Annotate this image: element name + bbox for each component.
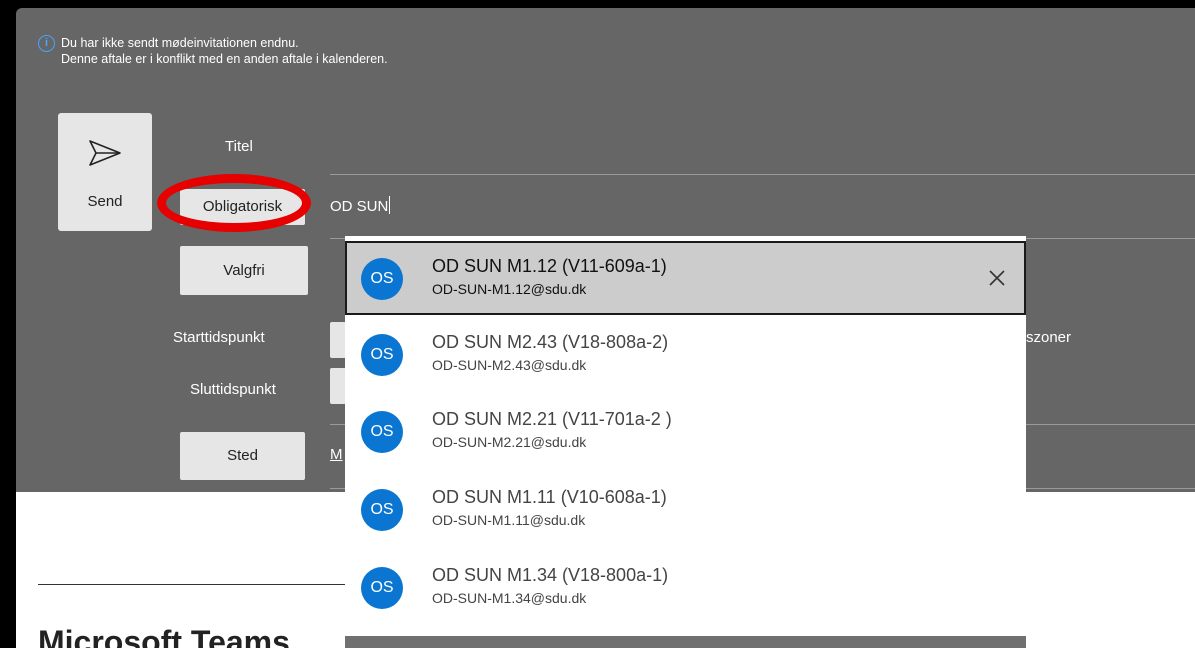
- send-label: Send: [87, 193, 123, 210]
- suggestion-email: OD-SUN-M1.12@sdu.dk: [432, 281, 587, 297]
- avatar: OS: [361, 258, 403, 300]
- suggestion-email: OD-SUN-M2.43@sdu.dk: [432, 357, 587, 373]
- highlight-ring: [157, 174, 311, 232]
- suggestion-name: OD SUN M1.34 (V18-800a-1): [432, 565, 669, 585]
- suggestion-item[interactable]: OS OD SUN M2.43 (V18-808a-2) OD-SUN-M2.4…: [345, 317, 1026, 391]
- dropdown-footer: [345, 636, 1026, 648]
- body-separator: [38, 584, 350, 585]
- start-time-label: Starttidspunkt: [173, 329, 265, 346]
- send-button[interactable]: Send: [58, 113, 152, 231]
- title-label: Titel: [225, 138, 253, 155]
- text-caret: [389, 196, 391, 214]
- suggestion-item[interactable]: OS OD SUN M2.21 (V11-701a-2 ) OD-SUN-M2.…: [345, 394, 1026, 468]
- required-attendees-input[interactable]: OD SUN: [330, 196, 391, 215]
- notice-conflict: Denne aftale er i konflikt med en anden …: [61, 52, 388, 66]
- avatar: OS: [361, 334, 403, 376]
- send-icon: [89, 140, 121, 166]
- end-time-label: Sluttidspunkt: [190, 381, 276, 398]
- location-link[interactable]: M: [330, 446, 343, 463]
- avatar: OS: [361, 411, 403, 453]
- avatar: OS: [361, 489, 403, 531]
- suggestion-item[interactable]: OS OD SUN M1.34 (V18-800a-1) OD-SUN-M1.3…: [345, 550, 1026, 624]
- suggestion-item[interactable]: OS OD SUN M1.12 (V11-609a-1) OD-SUN-M1.1…: [345, 241, 1026, 315]
- location-button[interactable]: Sted: [180, 432, 305, 480]
- required-attendees-value: OD SUN: [330, 198, 389, 215]
- meeting-window: i Du har ikke sendt mødeinvitationen end…: [16, 8, 1195, 648]
- suggestion-email: OD-SUN-M2.21@sdu.dk: [432, 434, 587, 450]
- title-underline: [330, 174, 1195, 175]
- teams-heading: Microsoft Teams: [38, 624, 290, 648]
- suggestion-name: OD SUN M2.21 (V11-701a-2 ): [432, 409, 672, 429]
- suggestion-name: OD SUN M1.12 (V11-609a-1): [432, 256, 667, 276]
- suggestion-name: OD SUN M2.43 (V18-808a-2): [432, 332, 669, 352]
- suggestion-name: OD SUN M1.11 (V10-608a-1): [432, 487, 667, 507]
- info-icon: i: [38, 35, 55, 52]
- avatar: OS: [361, 567, 403, 609]
- start-date-field[interactable]: [330, 322, 346, 358]
- notice-not-sent: Du har ikke sendt mødeinvitationen endnu…: [61, 36, 299, 50]
- suggestion-item[interactable]: OS OD SUN M1.11 (V10-608a-1) OD-SUN-M1.1…: [345, 472, 1026, 546]
- timezones-toggle-label[interactable]: szoner: [1026, 329, 1071, 346]
- close-icon[interactable]: [986, 267, 1008, 289]
- optional-attendees-button[interactable]: Valgfri: [180, 246, 308, 295]
- attendee-suggestions-dropdown: OS OD SUN M1.12 (V11-609a-1) OD-SUN-M1.1…: [345, 236, 1026, 648]
- suggestion-email: OD-SUN-M1.34@sdu.dk: [432, 590, 587, 606]
- suggestion-email: OD-SUN-M1.11@sdu.dk: [432, 512, 586, 528]
- end-date-field[interactable]: [330, 368, 346, 404]
